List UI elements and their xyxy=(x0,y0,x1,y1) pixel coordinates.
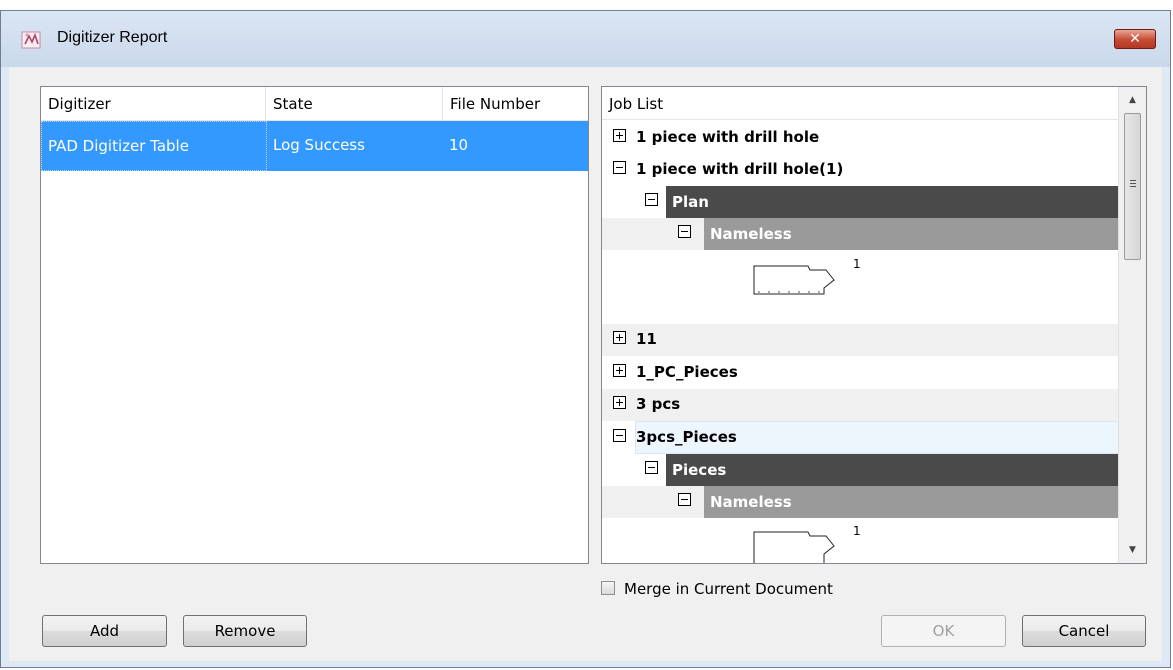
tree-item-label: 1_PC_Pieces xyxy=(636,363,738,381)
dialog-body: Digitizer State File Number PAD Digitize… xyxy=(9,67,1162,661)
tree-item-label: 1 piece with drill hole xyxy=(636,128,820,146)
tree-item[interactable]: 1 piece with drill hole xyxy=(613,121,819,154)
table-header: Digitizer State File Number xyxy=(41,87,588,121)
digitizer-table[interactable]: Digitizer State File Number PAD Digitize… xyxy=(40,86,589,564)
merge-checkbox[interactable] xyxy=(601,581,615,595)
cell-digitizer: PAD Digitizer Table xyxy=(41,121,267,171)
collapse-nameless-node[interactable] xyxy=(678,217,701,250)
pieces-bar[interactable]: Pieces xyxy=(666,454,1119,486)
column-header-digitizer[interactable]: Digitizer xyxy=(41,87,266,120)
table-row[interactable]: PAD Digitizer Table Log Success 10 xyxy=(41,121,588,171)
ok-button[interactable]: OK xyxy=(881,615,1006,647)
collapse-icon[interactable] xyxy=(645,193,658,206)
collapse-icon[interactable] xyxy=(613,429,626,442)
cell-state: Log Success xyxy=(273,136,365,154)
piece-number: 1 xyxy=(853,257,861,271)
collapse-icon[interactable] xyxy=(613,161,626,174)
cell-file-number: 10 xyxy=(449,136,469,154)
collapse-nameless-node[interactable] xyxy=(678,485,701,518)
nameless-bar[interactable]: Nameless xyxy=(704,486,1119,518)
tree-item-label: 1 piece with drill hole(1) xyxy=(636,160,844,178)
close-icon: ✕ xyxy=(1129,31,1141,47)
grip-line xyxy=(1130,186,1136,187)
window-title: Digitizer Report xyxy=(57,29,168,46)
collapse-icon[interactable] xyxy=(678,225,691,238)
piece-thumbnail[interactable] xyxy=(750,526,840,563)
merge-label[interactable]: Merge in Current Document xyxy=(624,579,833,599)
grip-line xyxy=(1130,180,1136,181)
scroll-up-arrow-icon[interactable]: ▲ xyxy=(1119,87,1146,113)
expand-icon[interactable] xyxy=(613,364,626,377)
tree-item-label: 3pcs_Pieces xyxy=(636,428,737,446)
expand-icon[interactable] xyxy=(613,396,626,409)
title-bar[interactable]: Digitizer Report ✕ xyxy=(1,11,1170,67)
app-icon xyxy=(21,31,41,49)
tree-item[interactable]: 1 piece with drill hole(1) xyxy=(613,153,843,186)
plan-bar[interactable]: Plan xyxy=(666,186,1119,218)
plan-label: Plan xyxy=(672,193,709,211)
background-window-title-clipped xyxy=(0,0,1173,10)
add-button[interactable]: Add xyxy=(42,615,167,647)
expand-icon[interactable] xyxy=(613,331,626,344)
cancel-button[interactable]: Cancel xyxy=(1022,615,1146,647)
nameless-label: Nameless xyxy=(710,493,792,511)
collapse-icon[interactable] xyxy=(678,493,691,506)
scroll-down-arrow-icon[interactable]: ▼ xyxy=(1119,537,1146,563)
job-tree: 1 piece with drill hole 1 piece with dri… xyxy=(602,121,1119,563)
tree-item[interactable]: 3pcs_Pieces xyxy=(613,421,737,454)
close-button[interactable]: ✕ xyxy=(1114,29,1156,49)
pieces-label: Pieces xyxy=(672,461,727,479)
digitizer-report-dialog: Digitizer Report ✕ Digitizer State File … xyxy=(0,10,1171,668)
collapse-plan-node[interactable] xyxy=(645,185,668,218)
collapse-icon[interactable] xyxy=(645,461,658,474)
scroll-thumb[interactable] xyxy=(1124,113,1141,260)
vertical-scrollbar[interactable]: ▲ ▼ xyxy=(1118,87,1146,563)
piece-number: 1 xyxy=(853,524,861,538)
expand-icon[interactable] xyxy=(613,129,626,142)
piece-thumbnail[interactable] xyxy=(750,258,840,298)
tree-item[interactable]: 1_PC_Pieces xyxy=(613,356,738,389)
tree-item[interactable]: 11 xyxy=(613,323,657,356)
nameless-bar[interactable]: Nameless xyxy=(704,218,1119,250)
column-header-state[interactable]: State xyxy=(266,87,443,120)
tree-item-label: 3 pcs xyxy=(636,395,681,413)
row-background xyxy=(602,324,1119,356)
job-list-header: Job List xyxy=(602,87,1119,120)
collapse-pieces-node[interactable] xyxy=(645,453,668,486)
column-header-file-number[interactable]: File Number xyxy=(443,87,588,120)
job-list-tree[interactable]: Job List 1 piece with drill hole 1 piece… xyxy=(601,86,1147,564)
nameless-label: Nameless xyxy=(710,225,792,243)
tree-item[interactable]: 3 pcs xyxy=(613,388,680,421)
tree-item-label: 11 xyxy=(636,330,657,348)
grip-line xyxy=(1130,183,1136,184)
remove-button[interactable]: Remove xyxy=(183,615,307,647)
